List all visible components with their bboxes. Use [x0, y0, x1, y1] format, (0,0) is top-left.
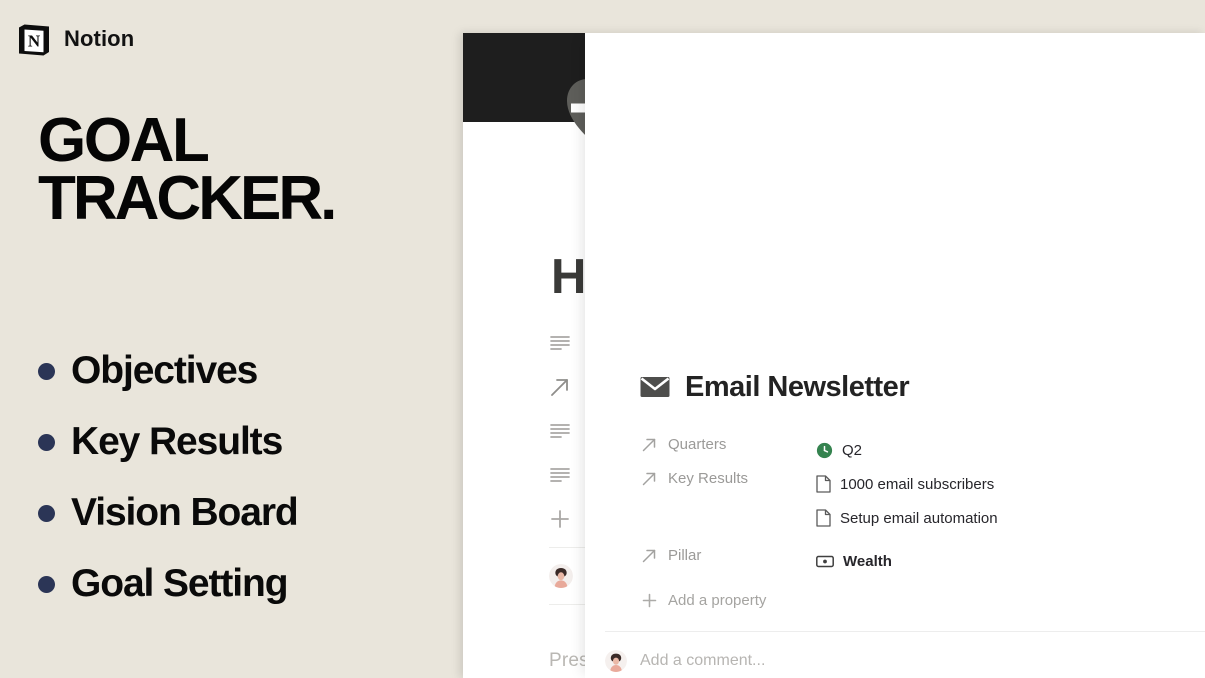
feature-list: Objectives Key Results Vision Board Goal…: [38, 335, 438, 619]
value-label: 1000 email subscribers: [840, 475, 995, 493]
bullet-icon: [38, 363, 55, 380]
banknote-icon: [816, 555, 834, 568]
property-key[interactable]: Quarters: [641, 433, 816, 453]
property-key[interactable]: Pillar: [641, 544, 816, 564]
bullet-icon: [38, 576, 55, 593]
comment-input-placeholder[interactable]: Add a comment...: [640, 652, 765, 670]
property-list: Quarters Q2 Key Results 1000 email subsc…: [641, 433, 1171, 615]
page-detail-card: Email Newsletter Quarters Q2 Key Results…: [585, 33, 1205, 678]
value-item[interactable]: 1000 email subscribers: [816, 467, 1171, 501]
property-value[interactable]: 1000 email subscribers Setup email autom…: [816, 467, 1171, 535]
avatar: [605, 650, 627, 672]
add-property-label: Add a property: [668, 591, 767, 609]
value-label: Q2: [842, 441, 863, 459]
property-key-label: Pillar: [668, 547, 702, 564]
property-value[interactable]: Q2: [816, 433, 1171, 467]
relation-arrow-icon: [641, 547, 658, 564]
property-key-label: Quarters: [668, 436, 727, 453]
bullet-icon: [38, 505, 55, 522]
list-item: Key Results: [38, 406, 438, 477]
value-item[interactable]: Setup email automation: [816, 501, 1171, 535]
property-row: Key Results 1000 email subscribers Setup…: [641, 467, 1171, 535]
brand-name: Notion: [64, 26, 135, 51]
relation-arrow-icon: [641, 470, 658, 487]
value-label: Wealth: [843, 552, 892, 570]
notion-app-panel: Health: [463, 33, 1205, 678]
feature-label: Objectives: [71, 349, 258, 392]
promo-title-line1: GOAL: [38, 106, 210, 175]
text-lines-icon: [549, 422, 571, 440]
promo-panel: N Notion GOAL TRACKER. Objectives Key Re…: [0, 0, 463, 678]
value-label: Setup email automation: [840, 509, 998, 527]
clock-icon: [816, 442, 833, 459]
feature-label: Goal Setting: [71, 562, 289, 605]
property-key[interactable]: Key Results: [641, 467, 816, 487]
plus-icon: [641, 592, 658, 609]
rail-footer-text[interactable]: Pres: [549, 650, 589, 672]
divider: [605, 631, 1205, 632]
notion-cube-icon: N: [14, 19, 54, 59]
property-row: Quarters Q2: [641, 433, 1171, 467]
text-lines-icon: [549, 466, 571, 484]
page-icon: [816, 475, 831, 493]
page-title: GOAL TRACKER.: [38, 106, 337, 233]
list-item: Vision Board: [38, 477, 438, 548]
value-item[interactable]: Wealth: [816, 544, 1171, 578]
list-item: Goal Setting: [38, 548, 438, 619]
arrow-up-right-icon: [549, 376, 571, 398]
value-item[interactable]: Q2: [816, 433, 1171, 467]
card-title[interactable]: Email Newsletter: [685, 371, 910, 404]
list-item: Objectives: [38, 335, 438, 406]
feature-label: Vision Board: [71, 491, 299, 534]
relation-arrow-icon: [641, 436, 658, 453]
property-key-label: Key Results: [668, 470, 749, 487]
text-lines-icon: [549, 334, 571, 352]
property-value[interactable]: Wealth: [816, 544, 1171, 578]
bullet-icon: [38, 434, 55, 451]
promo-title-line2: TRACKER.: [38, 163, 337, 233]
feature-label: Key Results: [71, 420, 283, 463]
brand-lockup: N Notion: [14, 19, 134, 59]
avatar: [549, 564, 573, 588]
page-icon: [816, 509, 831, 527]
add-property-button[interactable]: Add a property: [641, 585, 1171, 615]
svg-text:N: N: [28, 32, 41, 51]
card-header: Email Newsletter: [640, 371, 910, 404]
envelope-icon: [640, 376, 670, 400]
property-row: Pillar Wealth: [641, 544, 1171, 578]
add-comment-row[interactable]: Add a comment...: [605, 638, 1205, 678]
plus-icon: [549, 508, 571, 530]
